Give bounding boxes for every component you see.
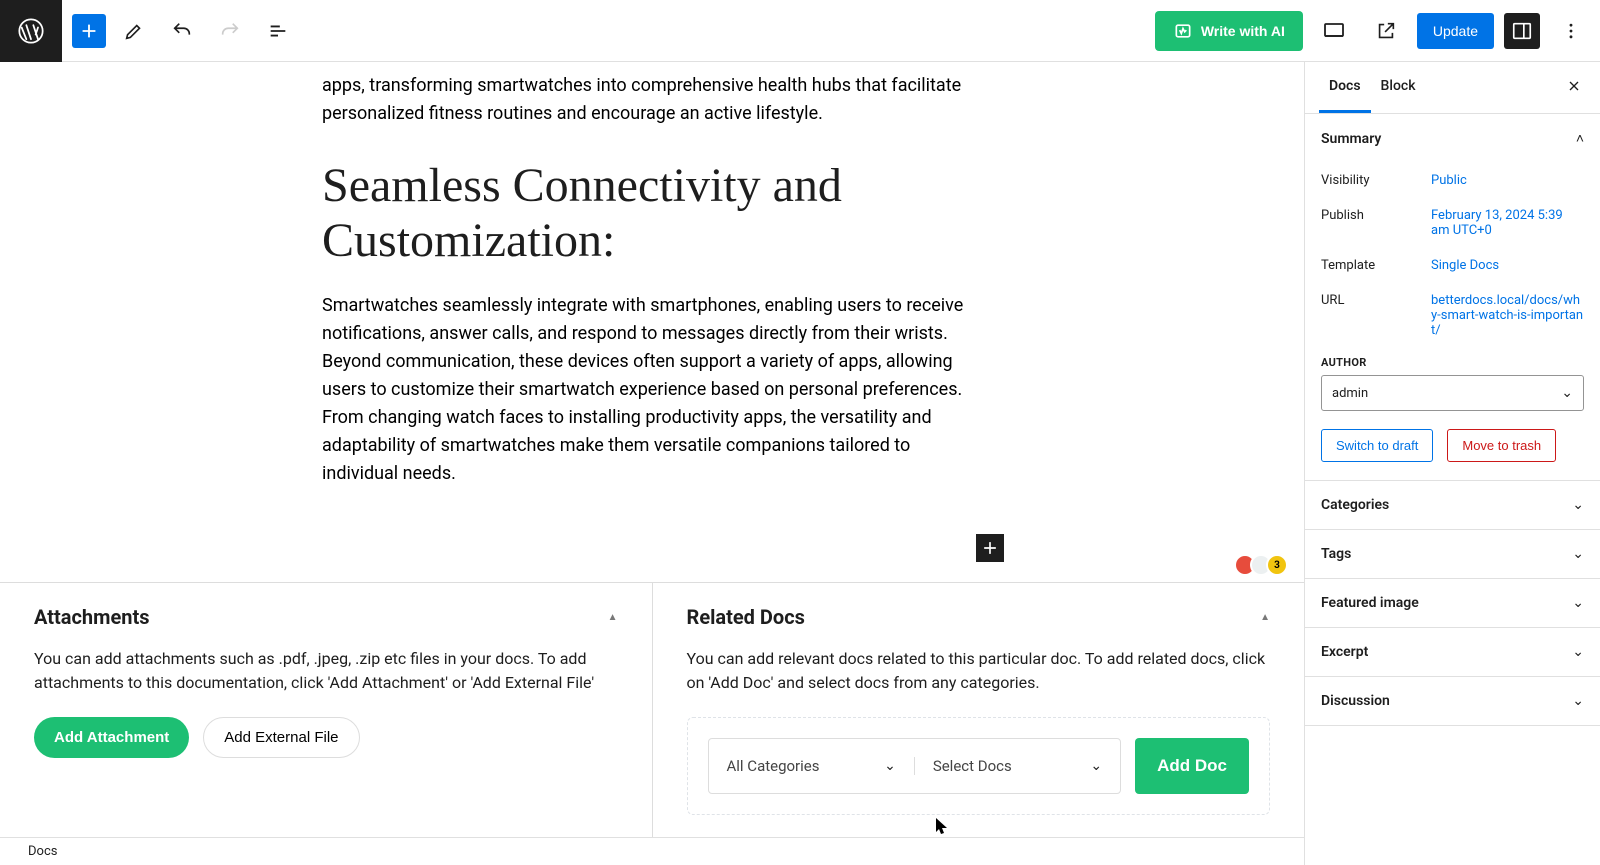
url-label: URL: [1321, 293, 1431, 338]
related-desc: You can add relevant docs related to thi…: [687, 647, 1271, 695]
related-docs-metabox: Related Docs ▲ You can add relevant docs…: [653, 583, 1305, 837]
chevron-down-icon: ⌄: [1572, 644, 1584, 660]
undo-icon[interactable]: [162, 11, 202, 51]
tab-docs[interactable]: Docs: [1319, 62, 1371, 113]
view-external-icon[interactable]: [1365, 10, 1407, 52]
top-toolbar: Write with AI Update: [0, 0, 1600, 62]
attachments-metabox: Attachments ▲ You can add attachments su…: [0, 583, 653, 837]
move-to-trash-button[interactable]: Move to trash: [1447, 429, 1556, 462]
add-external-file-button[interactable]: Add External File: [203, 717, 359, 758]
featured-image-panel-toggle[interactable]: Featured image⌄: [1305, 579, 1600, 627]
heading-block[interactable]: Seamless Connectivity and Customization:: [322, 158, 982, 268]
chevron-down-icon: ⌄: [884, 758, 896, 774]
collaboration-avatars: 3: [1240, 554, 1288, 576]
edit-tool-icon[interactable]: [114, 11, 154, 51]
settings-panel-toggle[interactable]: [1504, 13, 1540, 49]
docs-select[interactable]: Select Docs ⌄: [915, 757, 1120, 775]
chevron-down-icon: ⌄: [1090, 758, 1102, 774]
document-overview-icon[interactable]: [258, 11, 298, 51]
write-with-ai-button[interactable]: Write with AI: [1155, 11, 1303, 51]
add-doc-button[interactable]: Add Doc: [1135, 738, 1249, 794]
editor-canvas[interactable]: apps, transforming smartwatches into com…: [0, 62, 1304, 582]
attachments-title: Attachments: [34, 605, 150, 629]
tab-block[interactable]: Block: [1371, 62, 1426, 113]
tags-panel-toggle[interactable]: Tags⌄: [1305, 530, 1600, 578]
categories-panel-toggle[interactable]: Categories⌄: [1305, 481, 1600, 529]
related-title: Related Docs: [687, 605, 805, 629]
write-ai-label: Write with AI: [1201, 23, 1285, 39]
switch-to-draft-button[interactable]: Switch to draft: [1321, 429, 1433, 462]
add-attachment-button[interactable]: Add Attachment: [34, 717, 189, 758]
add-block-button[interactable]: [72, 14, 106, 48]
paragraph-block[interactable]: apps, transforming smartwatches into com…: [322, 72, 982, 128]
author-label: AUTHOR: [1321, 356, 1584, 369]
summary-panel-toggle[interactable]: Summary ˄: [1305, 114, 1600, 163]
chevron-up-icon: ˄: [1576, 130, 1584, 147]
visibility-label: Visibility: [1321, 173, 1431, 188]
publish-label: Publish: [1321, 208, 1431, 238]
chevron-down-icon: ⌄: [1561, 385, 1573, 401]
view-desktop-icon[interactable]: [1313, 10, 1355, 52]
wordpress-logo[interactable]: [0, 0, 62, 62]
footer-breadcrumb: Docs: [0, 837, 1304, 865]
author-select[interactable]: admin ⌄: [1321, 375, 1584, 411]
settings-sidebar: Docs Block Summary ˄ Visibility Public: [1304, 62, 1600, 865]
chevron-down-icon: ⌄: [1572, 546, 1584, 562]
discussion-panel-toggle[interactable]: Discussion⌄: [1305, 677, 1600, 725]
insert-block-button[interactable]: [976, 534, 1004, 562]
close-sidebar-icon[interactable]: [1562, 62, 1586, 113]
template-value[interactable]: Single Docs: [1431, 258, 1584, 273]
attachments-desc: You can add attachments such as .pdf, .j…: [34, 647, 618, 695]
chevron-down-icon: ⌄: [1572, 595, 1584, 611]
collapse-icon[interactable]: ▲: [1260, 612, 1270, 623]
visibility-value[interactable]: Public: [1431, 173, 1584, 188]
collapse-icon[interactable]: ▲: [608, 612, 618, 623]
chevron-down-icon: ⌄: [1572, 693, 1584, 709]
excerpt-panel-toggle[interactable]: Excerpt⌄: [1305, 628, 1600, 676]
redo-icon: [210, 11, 250, 51]
update-button[interactable]: Update: [1417, 13, 1494, 49]
chevron-down-icon: ⌄: [1572, 497, 1584, 513]
template-label: Template: [1321, 258, 1431, 273]
more-options-icon[interactable]: [1550, 10, 1592, 52]
publish-value[interactable]: February 13, 2024 5:39 am UTC+0: [1431, 208, 1584, 238]
url-value[interactable]: betterdocs.local/docs/why-smart-watch-is…: [1431, 293, 1584, 338]
category-select[interactable]: All Categories ⌄: [709, 757, 915, 775]
paragraph-block[interactable]: Smartwatches seamlessly integrate with s…: [322, 292, 982, 487]
